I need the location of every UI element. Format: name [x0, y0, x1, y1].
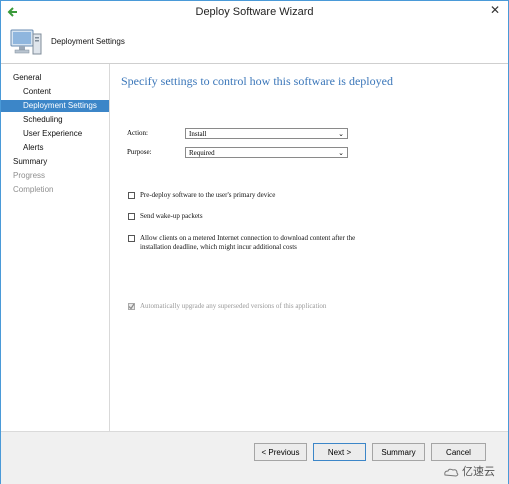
nav-item-user-experience[interactable]: User Experience — [1, 128, 109, 140]
chevron-down-icon: ⌄ — [338, 130, 344, 138]
page-heading: Specify settings to control how this sof… — [121, 74, 393, 88]
predeploy-checkbox[interactable] — [128, 192, 135, 199]
purpose-label: Purpose: — [127, 148, 152, 156]
wakeup-checkbox[interactable] — [128, 213, 135, 220]
metered-connection-label-line2: installation deadline, which might incur… — [140, 243, 297, 251]
action-label: Action: — [127, 129, 148, 137]
previous-button[interactable]: < Previous — [254, 443, 307, 461]
wizard-header: Deployment Settings — [1, 23, 508, 64]
wizard-nav: General Content Deployment Settings Sche… — [1, 64, 110, 431]
nav-item-content[interactable]: Content — [1, 86, 109, 98]
predeploy-label: Pre-deploy software to the user's primar… — [140, 191, 276, 199]
nav-item-completion: Completion — [13, 185, 54, 194]
wizard-window: Deploy Software Wizard ✕ Deployment Sett… — [0, 0, 509, 484]
title-bar: Deploy Software Wizard ✕ — [1, 1, 508, 23]
nav-item-general[interactable]: General — [1, 72, 109, 84]
header-title: Deployment Settings — [51, 37, 125, 46]
watermark-text: 亿速云 — [462, 466, 495, 478]
nav-item-scheduling[interactable]: Scheduling — [1, 114, 109, 126]
main-panel: Specify settings to control how this sof… — [110, 64, 508, 431]
window-title: Deploy Software Wizard — [195, 6, 314, 18]
computer-icon — [10, 29, 42, 55]
nav-item-deployment-settings[interactable]: Deployment Settings — [1, 100, 109, 112]
nav-item-summary[interactable]: Summary — [1, 156, 109, 168]
close-button[interactable]: ✕ — [488, 3, 502, 17]
wizard-footer: < Previous Next > Summary Cancel — [1, 431, 508, 484]
action-value: Install — [189, 130, 207, 138]
wakeup-label: Send wake-up packets — [140, 212, 203, 220]
purpose-value: Required — [189, 149, 215, 157]
summary-button[interactable]: Summary — [372, 443, 425, 461]
metered-connection-label: Allow clients on a metered Internet conn… — [140, 234, 356, 242]
nav-item-alerts[interactable]: Alerts — [1, 142, 109, 154]
auto-upgrade-label: Automatically upgrade any superseded ver… — [140, 302, 327, 310]
cancel-button[interactable]: Cancel — [431, 443, 486, 461]
action-dropdown[interactable]: Install ⌄ — [185, 128, 348, 139]
next-button[interactable]: Next > — [313, 443, 366, 461]
cloud-logo-icon — [444, 468, 459, 477]
auto-upgrade-checkbox — [128, 303, 135, 310]
chevron-down-icon: ⌄ — [338, 149, 344, 157]
watermark: 亿速云 — [443, 463, 495, 479]
metered-connection-checkbox[interactable] — [128, 235, 135, 242]
nav-item-progress: Progress — [13, 171, 46, 180]
checkmark-icon — [128, 303, 135, 310]
purpose-dropdown[interactable]: Required ⌄ — [185, 147, 348, 158]
